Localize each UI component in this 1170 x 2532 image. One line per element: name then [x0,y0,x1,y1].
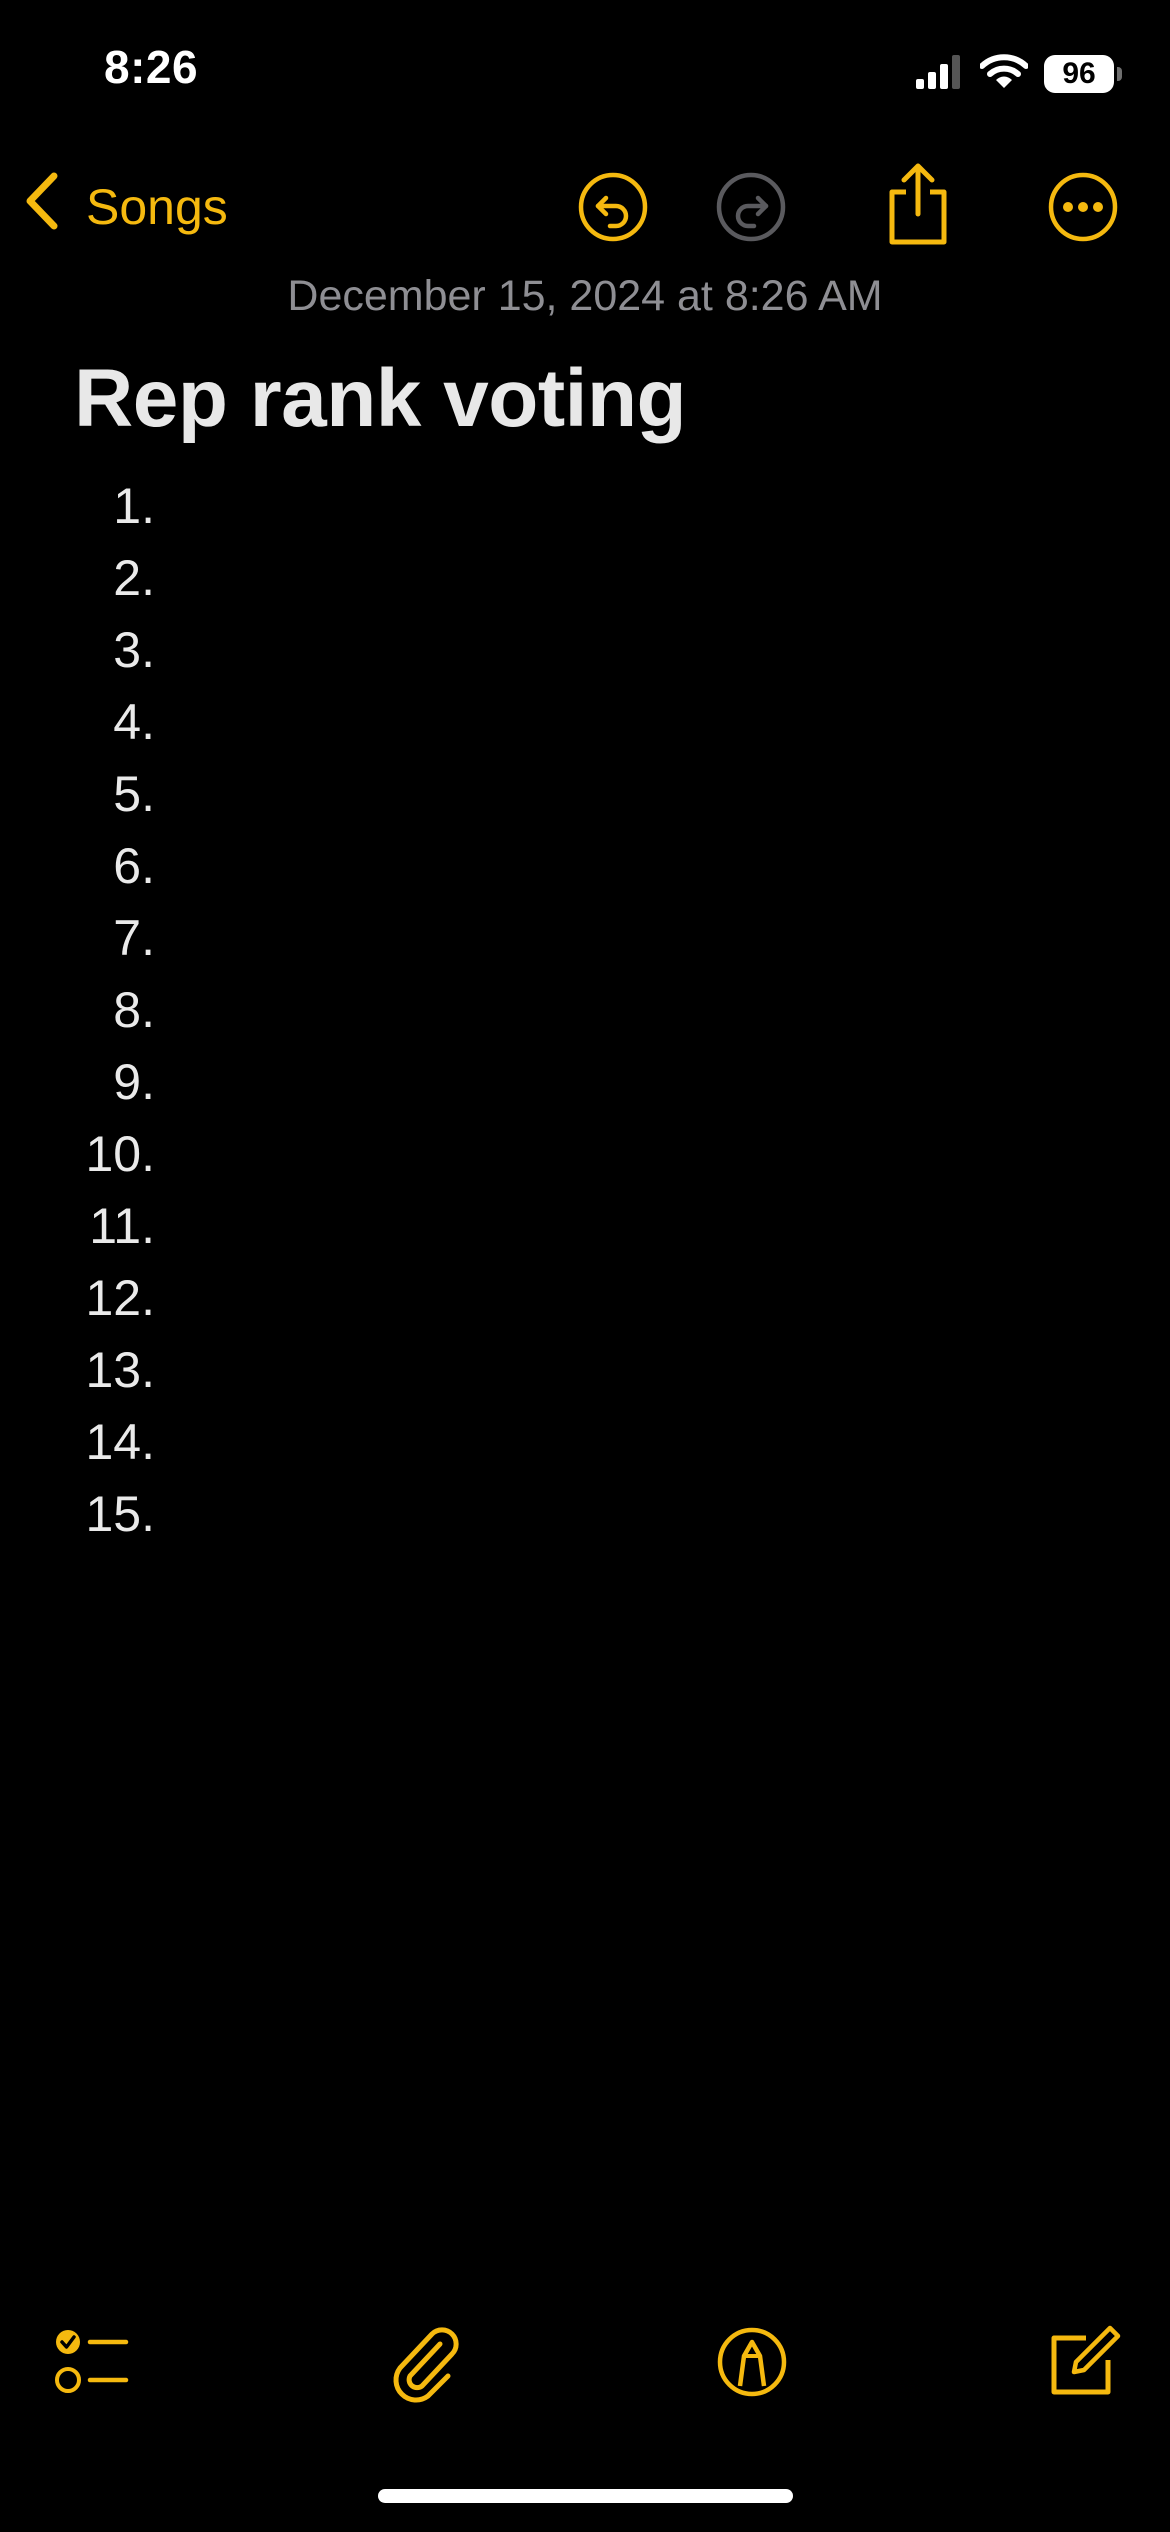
list-item[interactable]: 14. [40,1406,155,1478]
list-item[interactable]: 5. [40,758,155,830]
attachment-icon[interactable] [382,2320,466,2404]
chevron-left-icon [22,170,62,244]
redo-icon[interactable] [714,170,788,244]
list-item[interactable]: 3. [40,614,155,686]
undo-icon[interactable] [576,170,650,244]
more-icon[interactable] [1046,170,1120,244]
wifi-icon [979,53,1029,95]
list-item[interactable]: 4. [40,686,155,758]
note-date: December 15, 2024 at 8:26 AM [287,272,883,320]
note-title[interactable]: Rep rank voting [74,352,687,446]
list-item[interactable]: 12. [40,1262,155,1334]
back-button-label: Songs [86,179,228,235]
list-item[interactable]: 13. [40,1334,155,1406]
numbered-list[interactable]: 1. 2. 3. 4. 5. 6. 7. 8. 9. 10. 11. 12. 1… [40,470,240,1550]
cellular-signal-icon [916,54,964,94]
list-item[interactable]: 15. [40,1478,155,1550]
list-item[interactable]: 1. [40,470,155,542]
share-icon[interactable] [880,162,956,246]
list-item[interactable]: 8. [40,974,155,1046]
home-indicator[interactable] [378,2489,793,2503]
status-time: 8:26 [104,41,199,93]
back-button[interactable]: Songs [22,170,228,244]
compose-icon[interactable] [1040,2320,1124,2404]
markup-icon[interactable] [710,2320,794,2404]
checklist-icon[interactable] [50,2320,134,2404]
list-item[interactable]: 2. [40,542,155,614]
battery-level: 96 [1062,57,1096,90]
list-item[interactable]: 10. [40,1118,155,1190]
battery-icon: 96 [1044,55,1122,93]
list-item[interactable]: 7. [40,902,155,974]
status-icons: 96 [916,52,1122,96]
list-item[interactable]: 9. [40,1046,155,1118]
list-item[interactable]: 6. [40,830,155,902]
list-item[interactable]: 11. [40,1190,155,1262]
